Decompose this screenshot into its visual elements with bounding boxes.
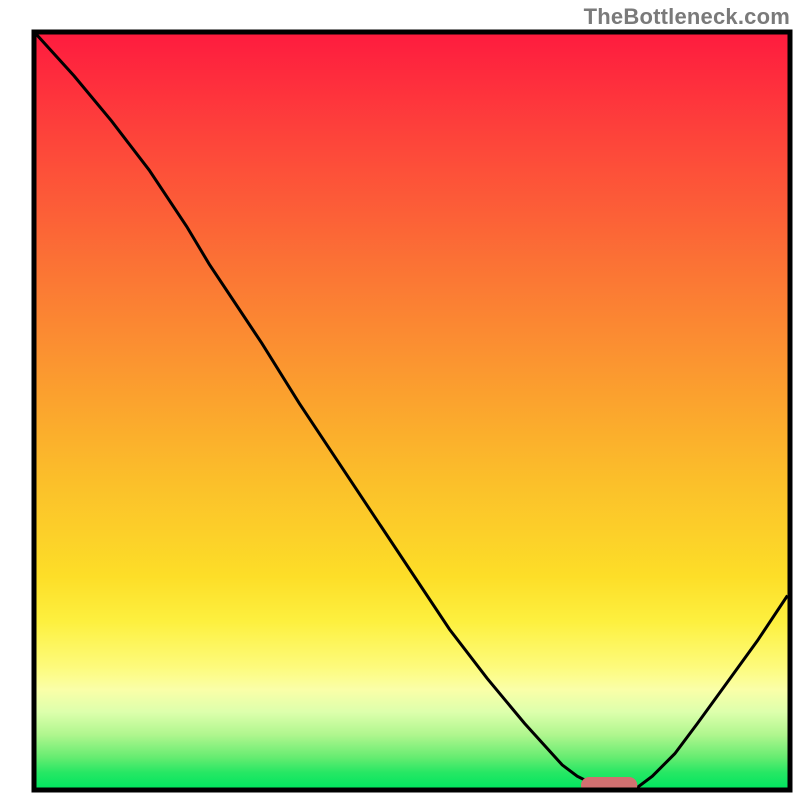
chart-container: TheBottleneck.com [0, 0, 800, 800]
bottleneck-chart [0, 0, 800, 800]
plot-background-gradient [37, 35, 788, 788]
